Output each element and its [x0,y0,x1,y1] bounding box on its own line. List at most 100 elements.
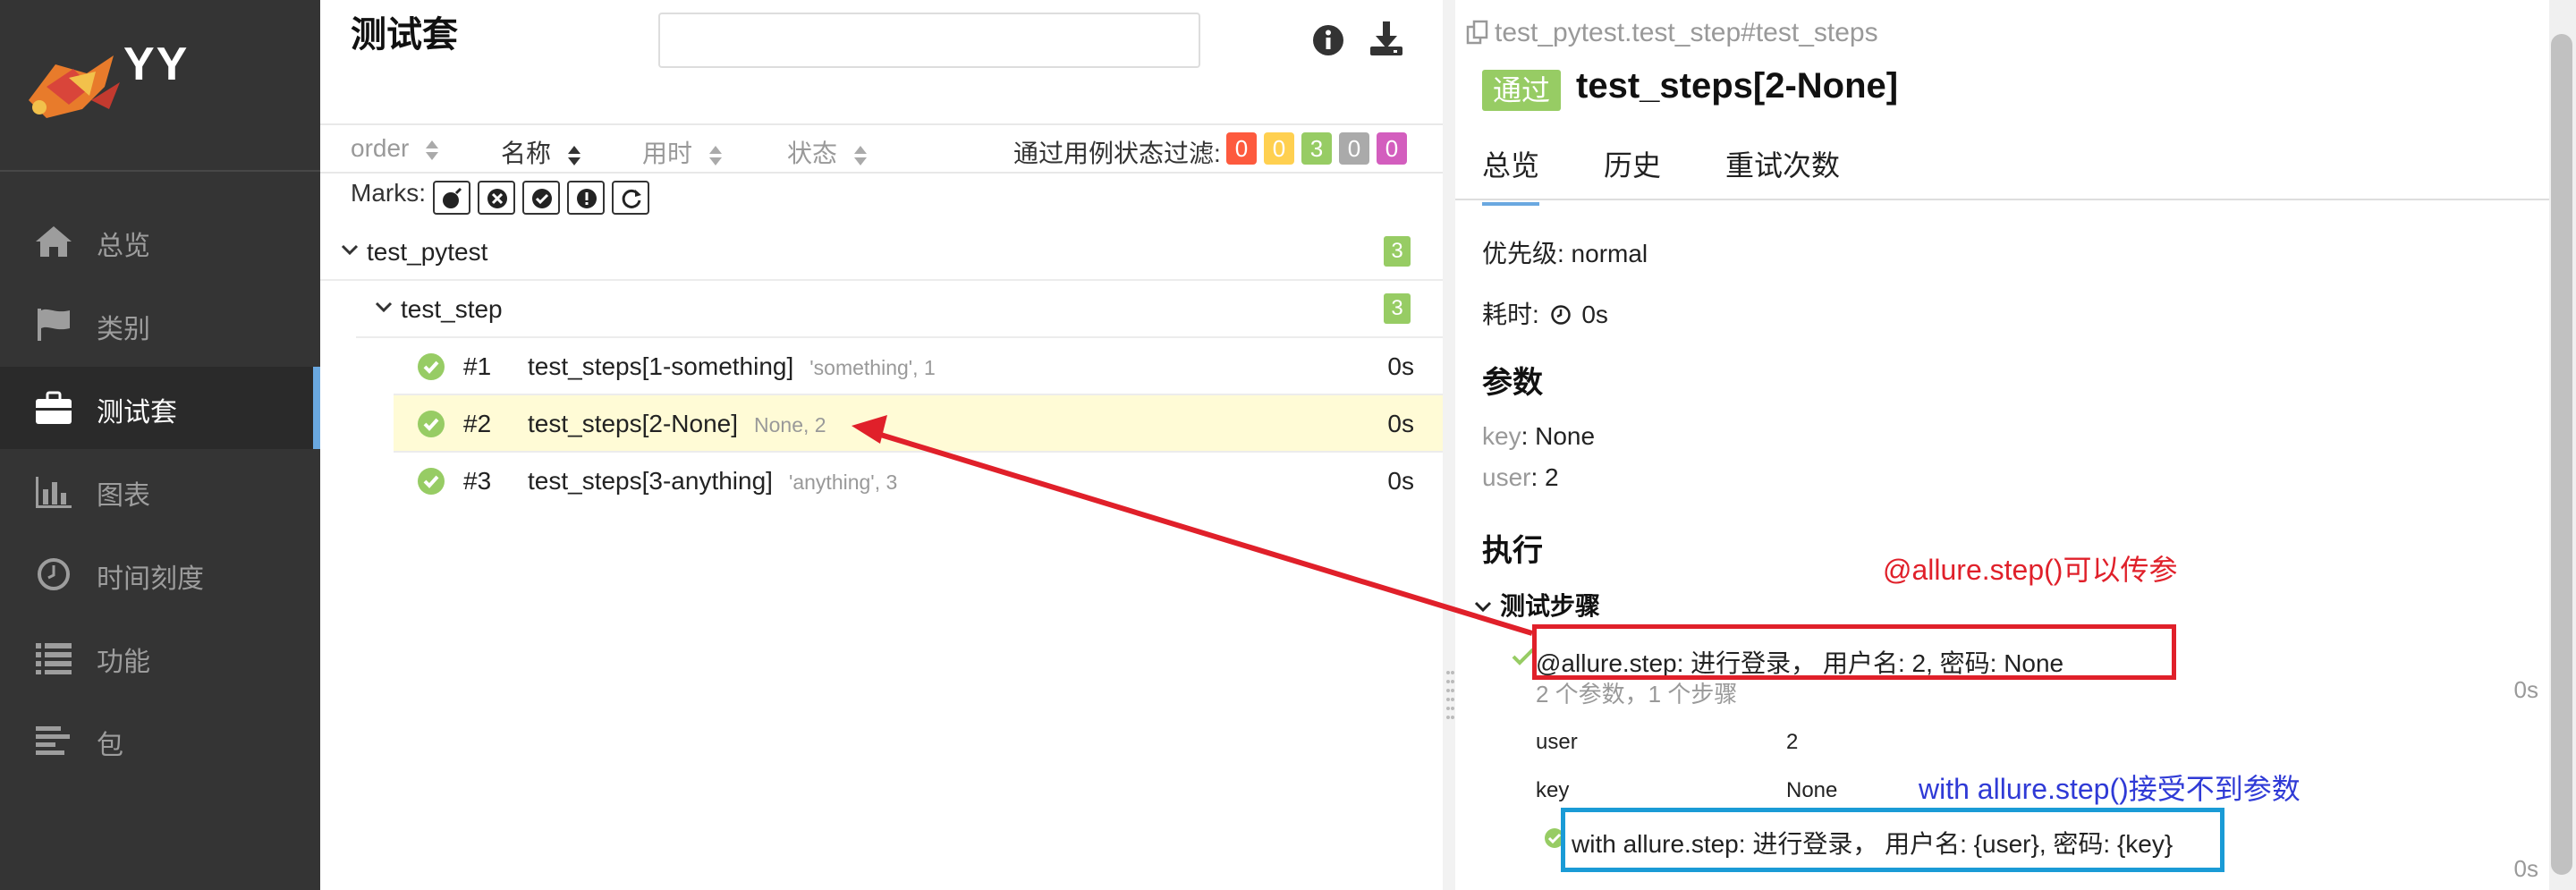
chevron-down-icon [341,244,359,256]
filter-failed[interactable]: 0 [1226,132,1257,165]
sort-order[interactable]: order [351,134,439,163]
execution-heading: 执行 [1482,534,1543,568]
tab-overview[interactable]: 总览 [1482,143,1540,206]
refresh-icon [622,189,641,208]
group-count-badge: 3 [1384,293,1411,324]
tab-retries[interactable]: 重试次数 [1725,143,1840,202]
mark-new-failed[interactable] [478,181,515,215]
flag-icon [38,309,70,341]
sort-label: 状态 [787,140,838,167]
test-detail-panel: test_pytest.test_step#test_steps 通过 test… [1455,0,2576,890]
sidebar-item-behaviors[interactable]: 功能 [0,616,320,699]
step-param-name: user [1536,730,1578,754]
bomb-icon [443,187,462,208]
info-icon[interactable] [1311,23,1345,57]
sort-name[interactable]: 名称 [501,134,581,170]
detail-tabs: 总览 历史 重试次数 [1455,134,2576,206]
case-params: 'something', 1 [809,356,936,379]
steps-heading[interactable]: 测试步骤 [1473,587,1600,623]
sidebar-item-label: 时间刻度 [97,564,204,594]
sidebar-item-packages[interactable]: 包 [0,699,320,782]
sidebar-item-label: 测试套 [97,398,177,428]
blue-annotation: with allure.step()接受不到参数 [1919,773,2301,805]
tree-group-test_pytest[interactable]: test_pytest 3 [320,224,1443,281]
mark-new-broken[interactable] [567,181,605,215]
test-case-row-selected[interactable]: #2 test_steps[2-None] None, 2 0s [394,395,1443,453]
severity: 优先级: normal [1482,240,1648,267]
search-input[interactable] [658,13,1200,68]
filter-broken[interactable]: 0 [1264,132,1294,165]
sidebar-item-overview[interactable]: 总览 [0,200,320,283]
duration-row: 耗时: 0s [1482,295,1608,331]
filter-skipped[interactable]: 0 [1339,132,1369,165]
red-highlight-box [1532,624,2176,680]
brand: YY [0,0,320,172]
panel-splitter[interactable] [1443,0,1455,890]
group-name: test_step [401,295,503,323]
scrollbar-thumb[interactable] [2551,34,2572,875]
drag-handle-icon[interactable] [1445,669,1454,725]
marks-label: Marks: [351,179,426,207]
sort-label: 名称 [501,140,552,167]
step-summary: 2 个参数，1 个步骤 [1536,681,1738,708]
sidebar-item-label: 图表 [97,481,150,511]
download-icon[interactable] [1367,20,1406,59]
blue-highlight-box [1561,808,2224,872]
clock-icon [38,558,70,590]
sort-icon [709,145,723,165]
sidebar-item-suites[interactable]: 测试套 [0,367,320,449]
step-param-value: 2 [1786,730,1799,754]
sidebar-item-graphs[interactable]: 图表 [0,450,320,532]
sort-duration[interactable]: 用时 [642,134,723,170]
suites-panel: 测试套 order 名称 用时 状态 通过用例状态过滤: 0 0 3 0 0 M… [320,0,1443,890]
sort-bar: order 名称 用时 状态 通过用例状态过滤: 0 0 3 0 0 [320,123,1443,174]
page-title: 测试套 [351,15,458,55]
copy-icon[interactable] [1466,20,1489,45]
test-case-row[interactable]: #3 test_steps[3-anything] 'anything', 3 0… [394,453,1443,508]
case-duration: 0s [1387,410,1414,437]
filter-unknown[interactable]: 0 [1377,132,1407,165]
case-duration: 0s [1387,467,1414,495]
case-name: test_steps[3-anything] [528,467,773,495]
case-params: 'anything', 3 [788,470,898,494]
filter-passed[interactable]: 3 [1301,132,1332,165]
sidebar: YY 总览 类别 测试套 图表 时间刻度 功能 包 [0,0,320,890]
sidebar-item-timeline[interactable]: 时间刻度 [0,533,320,615]
param-value: : 2 [1530,463,1559,491]
check-circle-icon [532,189,552,208]
test-title: test_steps[2-None] [1576,66,1899,106]
test-case-row[interactable]: #1 test_steps[1-something] 'something', 1… [394,338,1443,395]
mark-retries[interactable] [612,181,649,215]
passed-check-icon [418,353,445,380]
breadcrumb: test_pytest.test_step#test_steps [1466,18,1878,48]
red-annotation: @allure.step()可以传参 [1883,554,2178,586]
breadcrumb-text: test_pytest.test_step#test_steps [1495,18,1878,47]
case-number: #3 [463,467,492,495]
mark-flaky[interactable] [433,181,470,215]
case-number: #2 [463,410,492,437]
exclamation-circle-icon [577,189,597,208]
sort-label: 用时 [642,140,693,167]
clock-icon [1550,305,1571,325]
sidebar-item-label: 包 [97,731,123,760]
duration-label: 耗时: [1482,301,1539,328]
param-row: key: None [1482,422,1595,451]
times-circle-icon [487,189,507,208]
mark-new-passed[interactable] [522,181,560,215]
logo-icon [29,55,120,118]
status-badge: 通过 [1482,70,1561,111]
sort-label: order [351,134,410,162]
step-duration: 0s [2513,855,2538,882]
case-duration: 0s [1387,352,1414,380]
sort-status[interactable]: 状态 [787,134,868,170]
case-name-wrap: test_steps[3-anything] 'anything', 3 [528,467,897,496]
chevron-down-icon [1474,601,1492,613]
brand-name: YY [123,38,190,90]
case-name-wrap: test_steps[2-None] None, 2 [528,410,826,438]
chevron-down-icon [375,301,393,313]
list-icon [36,643,72,674]
sort-icon [426,140,439,160]
tab-history[interactable]: 历史 [1604,143,1661,202]
tree-group-test_step[interactable]: test_step 3 [356,281,1443,338]
sidebar-item-categories[interactable]: 类别 [0,284,320,366]
